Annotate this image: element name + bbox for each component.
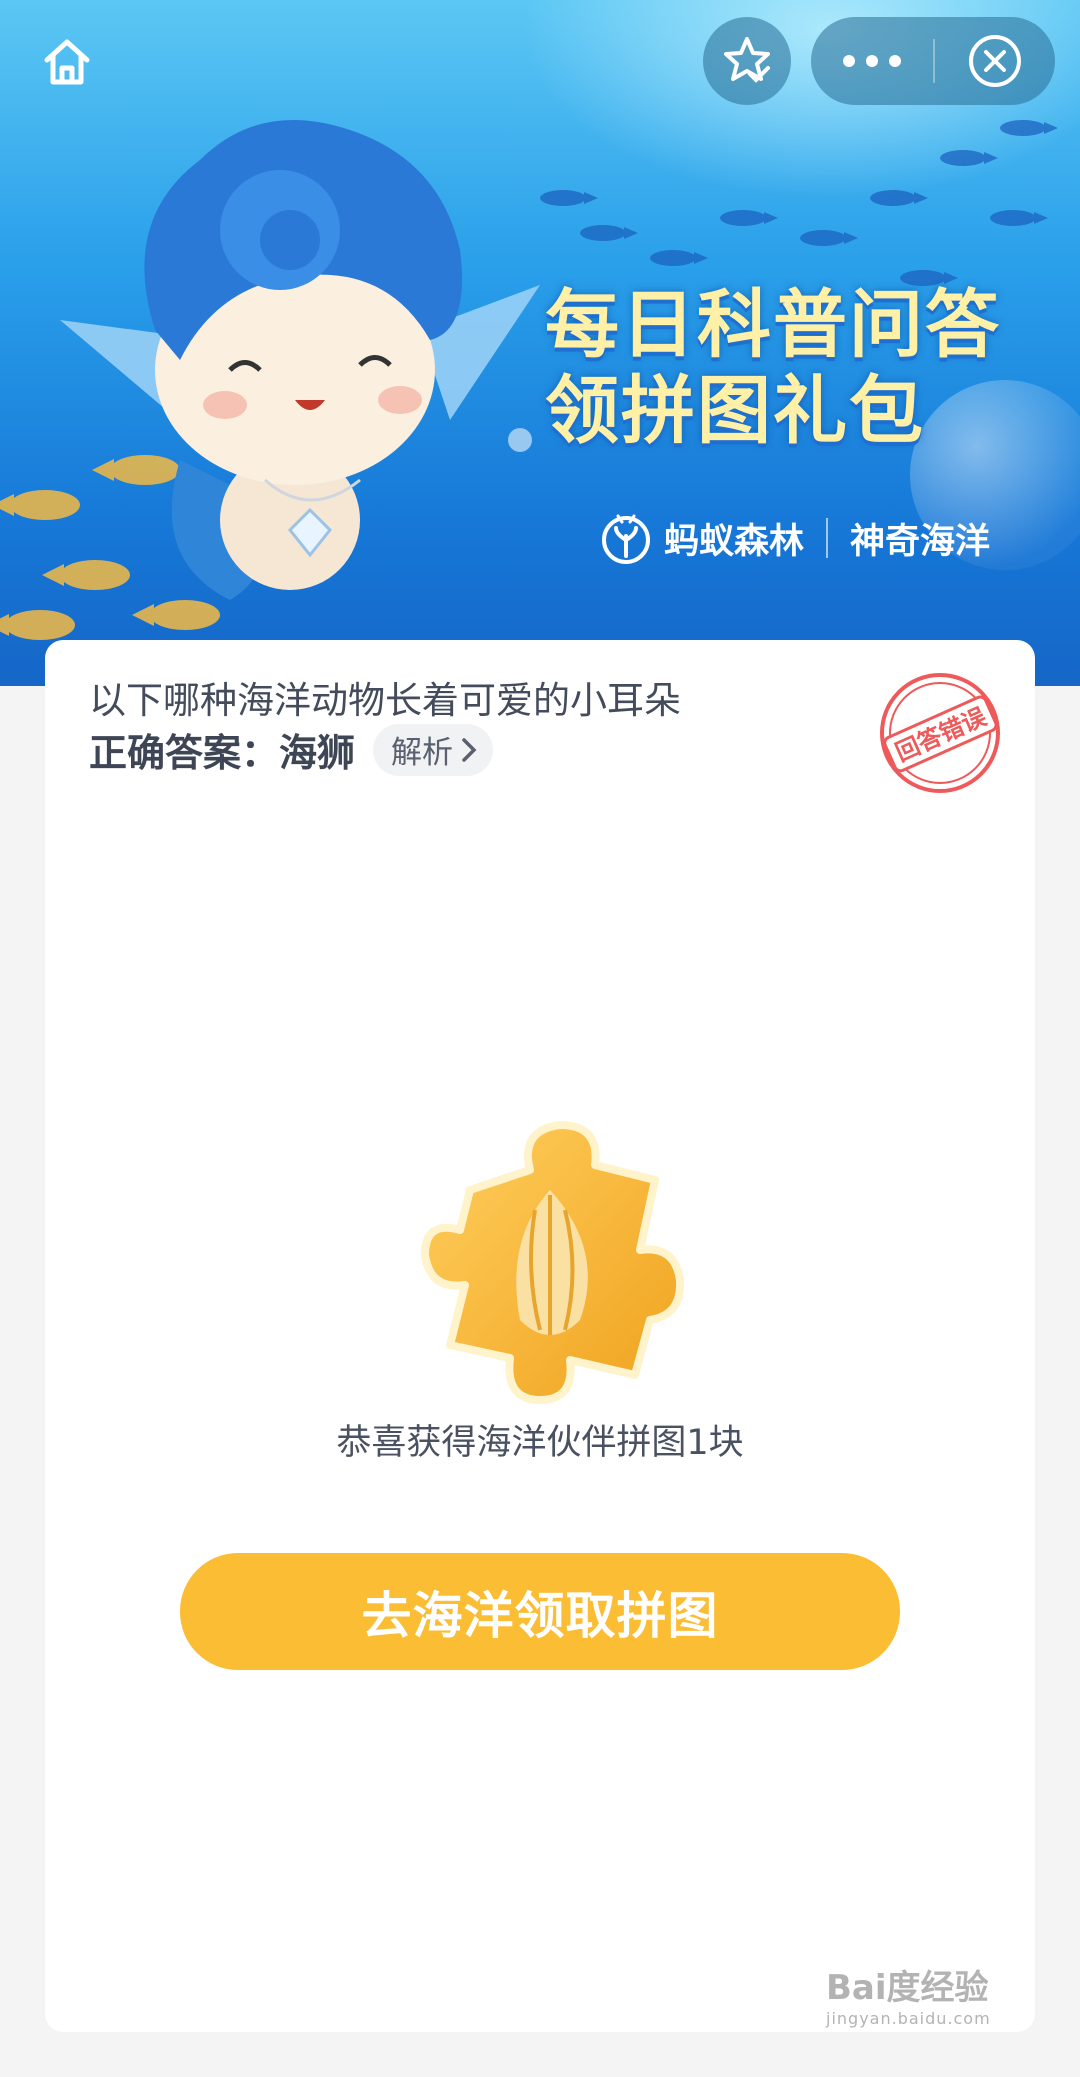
- banner-title-line1: 每日科普问答: [545, 282, 1001, 368]
- fish-shape: [650, 250, 708, 266]
- brand-divider: [826, 518, 829, 558]
- answer-row: 正确答案： 海狮 解析: [89, 722, 494, 777]
- close-button[interactable]: [935, 17, 1055, 105]
- fish-shape: [990, 210, 1048, 226]
- question-text: 以下哪种海洋动物长着可爱的小耳朵: [89, 679, 681, 722]
- more-dots-icon: [843, 55, 901, 67]
- brand-row: 蚂蚁森林 神奇海洋: [598, 510, 990, 566]
- analysis-button[interactable]: 解析: [373, 723, 494, 776]
- fish-shape: [580, 225, 638, 241]
- close-circle-icon: [969, 35, 1021, 87]
- ant-forest-logo-icon: [602, 514, 650, 564]
- banner-title-line2: 领拼图礼包: [545, 368, 925, 454]
- more-button[interactable]: [811, 17, 933, 105]
- reward-message: 恭喜获得海洋伙伴拼图1块: [336, 1423, 744, 1463]
- fish-shape: [870, 190, 928, 206]
- watermark-url: jingyan.baidu.com: [826, 2009, 991, 2028]
- banner-title: 每日科普问答 领拼图礼包: [545, 282, 1001, 454]
- answer-label: 正确答案：: [89, 731, 280, 775]
- brand-partner: 神奇海洋: [850, 521, 991, 562]
- puzzle-piece-illustration: [421, 1121, 685, 1404]
- star-check-icon: [724, 37, 770, 83]
- fish-shape: [720, 210, 778, 226]
- watermark-text: Bai度经验: [826, 1968, 989, 2008]
- fish-shape: [1000, 120, 1058, 136]
- header-banner: 每日科普问答 领拼图礼包 蚂蚁森林 神奇海洋: [0, 0, 1080, 686]
- miniapp-capsule: [811, 17, 1055, 105]
- home-icon: [44, 39, 90, 85]
- home-button[interactable]: [30, 25, 104, 99]
- wrong-answer-stamp: 回答错误: [880, 673, 1000, 793]
- mermaid-mascot-illustration: [60, 120, 540, 600]
- quiz-result-card: 以下哪种海洋动物长着可爱的小耳朵 正确答案： 海狮 解析 回答错误 恭喜获得海洋…: [45, 640, 1035, 2032]
- answer-value: 海狮: [279, 731, 356, 775]
- analysis-label: 解析: [391, 735, 454, 771]
- chevron-right-icon: [462, 737, 477, 762]
- watermark: Bai度经验 jingyan.baidu.com: [826, 1960, 991, 2028]
- fish-shape: [940, 150, 998, 166]
- fish-shape: [540, 190, 598, 206]
- brand-name: 蚂蚁森林: [664, 521, 805, 562]
- collect-puzzle-button[interactable]: 去海洋领取拼图: [180, 1553, 900, 1670]
- favorite-button[interactable]: [703, 17, 791, 105]
- fish-shape: [800, 230, 858, 246]
